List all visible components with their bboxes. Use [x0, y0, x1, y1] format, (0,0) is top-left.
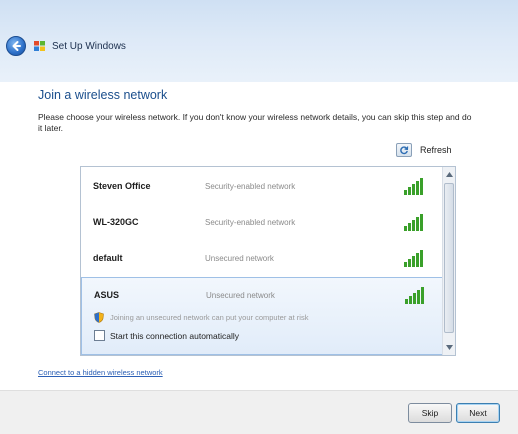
network-item-default[interactable]: default Unsecured network: [81, 241, 443, 277]
network-security: Security-enabled network: [205, 182, 296, 191]
footer-bar: Skip Next: [0, 390, 518, 434]
back-button[interactable]: [6, 36, 26, 56]
hidden-network-link[interactable]: Connect to a hidden wireless network: [38, 368, 163, 377]
network-item-steven-office[interactable]: Steven Office Security-enabled network: [81, 169, 443, 205]
page-heading: Join a wireless network: [38, 88, 168, 102]
chevron-up-icon: [446, 172, 453, 177]
back-arrow-icon: [12, 41, 21, 51]
network-security: Security-enabled network: [205, 218, 296, 227]
scroll-up-button[interactable]: [444, 169, 455, 180]
network-item-asus[interactable]: ASUS Unsecured network Joining an unsecu…: [81, 277, 443, 355]
network-name: ASUS: [94, 290, 120, 300]
refresh-button[interactable]: Refresh: [396, 143, 452, 157]
auto-connect-option[interactable]: Start this connection automatically: [94, 330, 239, 341]
signal-strength-icon: [404, 178, 423, 195]
refresh-arrows-icon: [400, 146, 409, 155]
unsecured-warning: Joining an unsecured network can put you…: [94, 312, 308, 323]
scroll-thumb[interactable]: [444, 183, 454, 333]
network-list[interactable]: Steven Office Security-enabled network W…: [80, 166, 456, 356]
scroll-down-button[interactable]: [444, 342, 455, 353]
network-name: default: [93, 253, 123, 263]
signal-strength-icon: [404, 214, 423, 231]
setup-window: Set Up Windows Join a wireless network P…: [0, 0, 518, 434]
shield-warning-icon: [94, 312, 104, 323]
title-bar: Set Up Windows: [0, 0, 518, 82]
page-description: Please choose your wireless network. If …: [38, 112, 472, 133]
auto-connect-checkbox[interactable]: [94, 330, 105, 341]
title-row: Set Up Windows: [6, 36, 126, 56]
auto-connect-label: Start this connection automatically: [110, 330, 239, 341]
network-item-wl-320gc[interactable]: WL-320GC Security-enabled network: [81, 205, 443, 241]
skip-button[interactable]: Skip: [408, 403, 452, 423]
signal-strength-icon: [404, 250, 423, 267]
refresh-icon: [396, 143, 412, 157]
signal-strength-icon: [405, 287, 424, 304]
list-scrollbar[interactable]: [442, 167, 455, 355]
network-security: Unsecured network: [206, 291, 275, 300]
content-area: Join a wireless network Please choose yo…: [0, 82, 518, 390]
network-security: Unsecured network: [205, 254, 274, 263]
warning-text: Joining an unsecured network can put you…: [110, 313, 309, 322]
chevron-down-icon: [446, 345, 453, 350]
network-name: Steven Office: [93, 181, 151, 191]
windows-setup-icon: [34, 41, 45, 51]
next-button[interactable]: Next: [456, 403, 500, 423]
network-name: WL-320GC: [93, 217, 139, 227]
window-title: Set Up Windows: [52, 40, 126, 52]
refresh-label: Refresh: [420, 145, 452, 155]
